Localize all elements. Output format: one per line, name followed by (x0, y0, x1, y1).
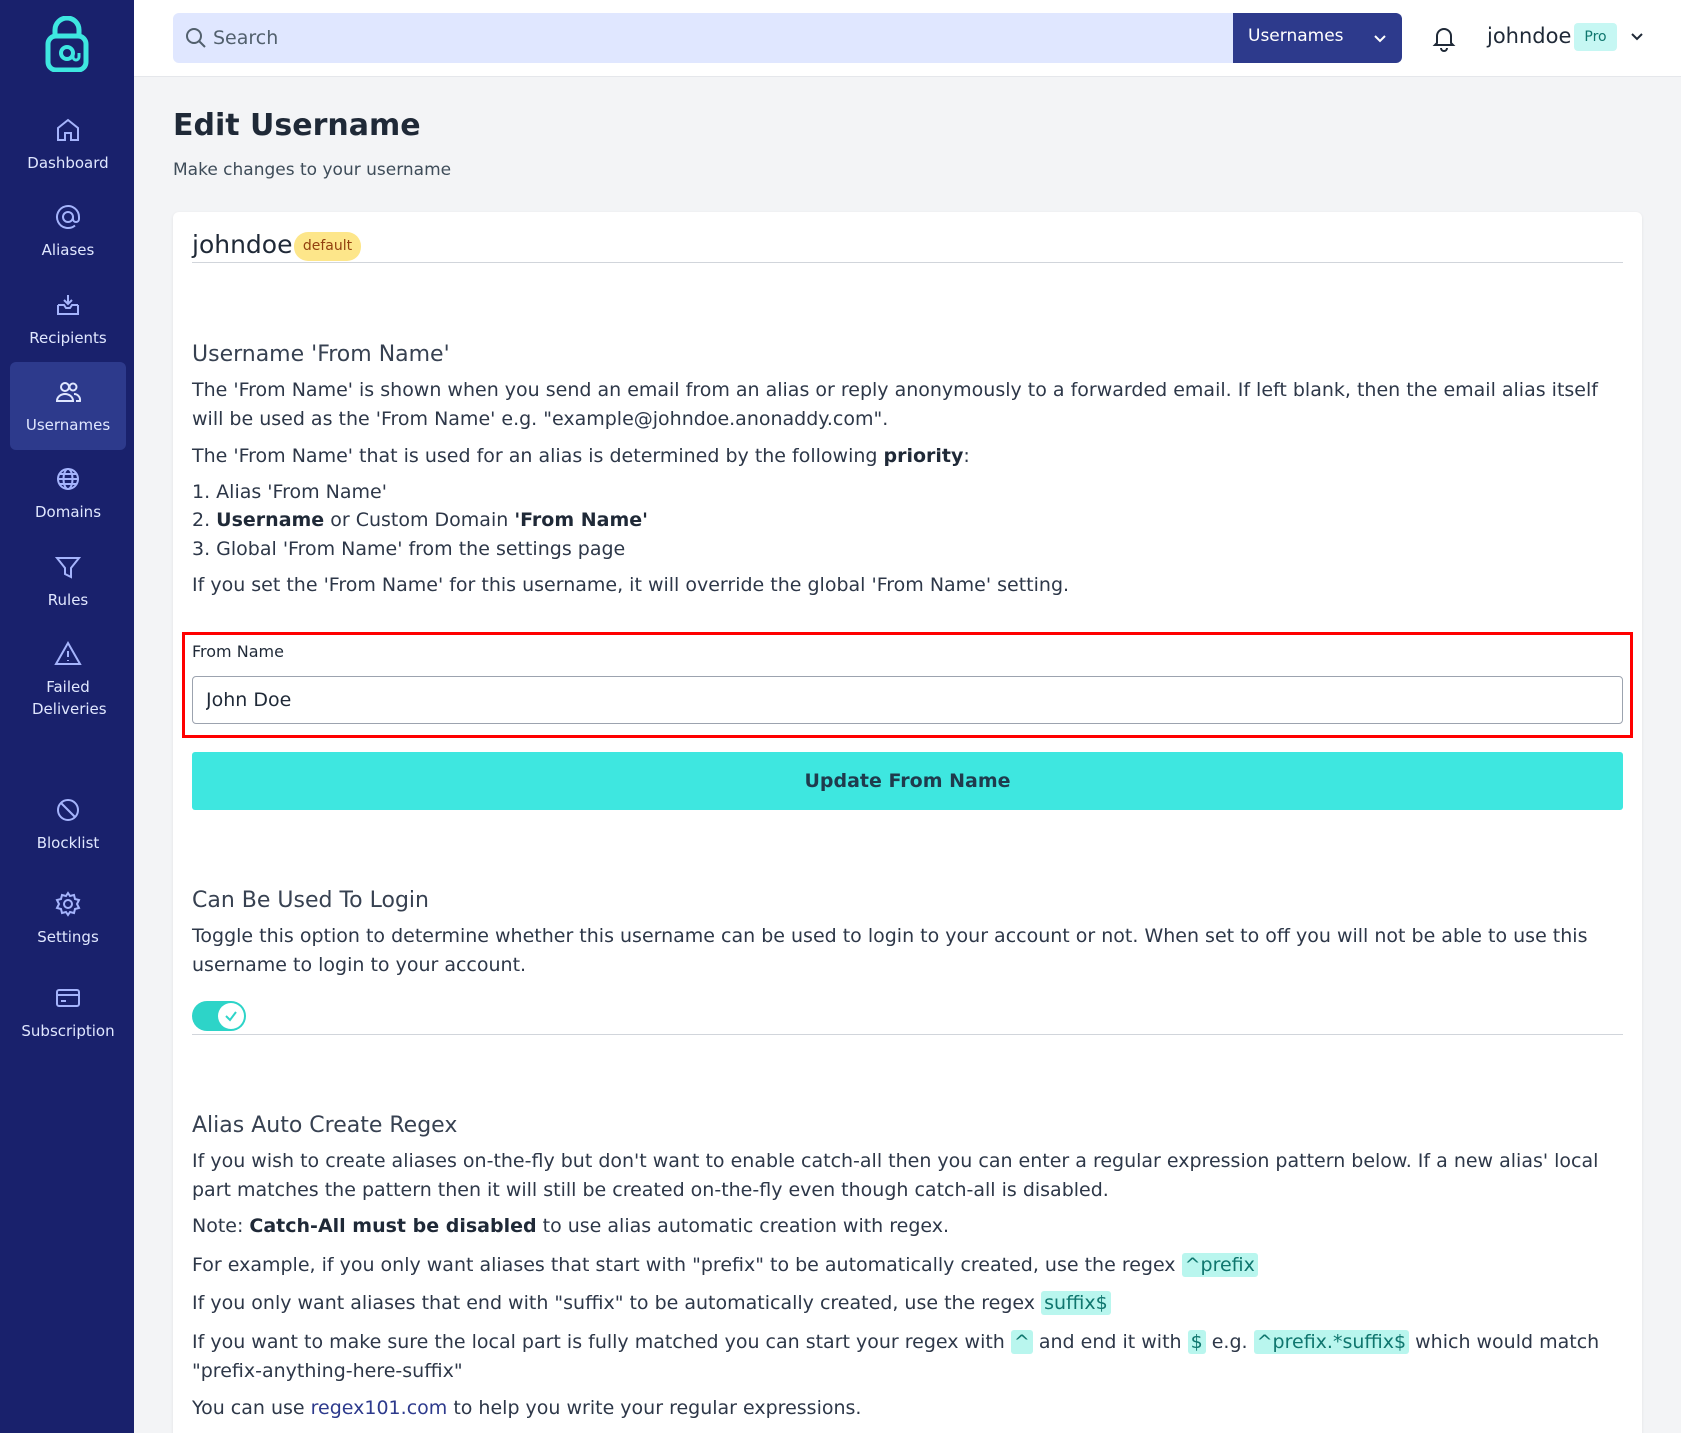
sidebar-item-dashboard[interactable]: Dashboard (10, 100, 126, 188)
inbox-icon (57, 295, 79, 315)
credit-card-icon (56, 989, 80, 1007)
username-title: johndoe (192, 230, 293, 259)
search-scope-select[interactable]: Usernames (1233, 13, 1402, 63)
sidebar: Dashboard Aliases Recipients Usernames D… (0, 0, 134, 1433)
login-description: Toggle this option to determine whether … (192, 925, 1588, 976)
divider (192, 262, 1623, 263)
sidebar-item-label: Subscription (21, 1022, 115, 1040)
sidebar-item-label: Settings (37, 928, 99, 946)
priority-intro: The 'From Name' that is used for an alia… (192, 445, 970, 467)
login-heading: Can Be Used To Login (192, 888, 429, 913)
warning-icon (54, 640, 82, 665)
check-icon (225, 1011, 237, 1022)
notification-bell-icon[interactable] (1430, 24, 1458, 52)
regex-help: You can use regex101.com to help you wri… (192, 1397, 862, 1419)
search-bar: Usernames (173, 13, 1402, 63)
user-menu-name[interactable]: johndoe (1487, 24, 1571, 48)
sidebar-item-rules[interactable]: Rules (10, 537, 126, 625)
search-icon (186, 28, 206, 48)
sidebar-item-usernames[interactable]: Usernames (10, 362, 126, 450)
priority-item-2: 2. Username or Custom Domain 'From Name' (192, 509, 648, 531)
priority-item-1: 1. Alias 'From Name' (192, 481, 387, 503)
divider (192, 1034, 1623, 1035)
regex-description: If you wish to create aliases on-the-fly… (192, 1150, 1599, 1201)
regex-example-suffix: If you only want aliases that end with "… (192, 1289, 1623, 1318)
sidebar-item-failed-deliveries[interactable]: Failed Deliveries (10, 624, 126, 734)
from-name-description: The 'From Name' is shown when you send a… (192, 379, 1598, 430)
search-scope-label: Usernames (1248, 26, 1344, 46)
sidebar-item-aliases[interactable]: Aliases (10, 187, 126, 275)
top-bar: Usernames johndoe Pro (134, 0, 1681, 77)
sidebar-item-label: Aliases (41, 241, 95, 259)
gear-icon (55, 891, 81, 917)
users-icon (55, 382, 82, 402)
default-badge: default (294, 232, 361, 261)
priority-item-3: 3. Global 'From Name' from the settings … (192, 538, 626, 560)
code-snippet: $ (1187, 1330, 1206, 1354)
sidebar-item-domains[interactable]: Domains (10, 449, 126, 537)
code-snippet: ^prefix (1181, 1253, 1258, 1277)
code-snippet: suffix$ (1041, 1291, 1111, 1315)
from-name-heading: Username 'From Name' (192, 342, 450, 367)
override-note: If you set the 'From Name' for this user… (192, 574, 1070, 596)
filter-icon (54, 557, 82, 579)
sidebar-item-recipients[interactable]: Recipients (10, 275, 126, 363)
chevron-down-icon[interactable] (1629, 28, 1645, 44)
regex-note: Note: Catch-All must be disabled to use … (192, 1215, 950, 1237)
sidebar-item-label: Dashboard (27, 154, 109, 172)
page-title: Edit Username (173, 108, 421, 143)
block-icon (57, 799, 79, 821)
regex101-link[interactable]: regex101.com (311, 1397, 448, 1419)
toggle-knob (218, 1003, 244, 1029)
sidebar-item-label: Rules (47, 591, 89, 609)
plan-badge: Pro (1574, 23, 1617, 51)
sidebar-item-label: Domains (34, 503, 102, 521)
sidebar-item-label: Blocklist (36, 834, 100, 852)
from-name-input[interactable] (192, 676, 1623, 724)
at-icon (56, 205, 80, 229)
regex-heading: Alias Auto Create Regex (192, 1113, 458, 1138)
sidebar-item-label: Failed Deliveries (32, 678, 107, 718)
home-icon (57, 118, 79, 141)
from-name-label: From Name (192, 642, 284, 661)
page-subtitle: Make changes to your username (173, 160, 452, 180)
regex-example-full: If you want to make sure the local part … (192, 1330, 1600, 1382)
globe-icon (57, 468, 79, 490)
sidebar-item-label: Usernames (25, 416, 111, 434)
sidebar-item-settings[interactable]: Settings (10, 874, 126, 962)
code-snippet: ^prefix.*suffix$ (1253, 1330, 1410, 1354)
login-toggle[interactable] (192, 1001, 246, 1031)
chevron-down-icon (1374, 35, 1386, 43)
code-snippet: ^ (1010, 1330, 1033, 1354)
username-card: johndoe default Username 'From Name' The… (173, 212, 1642, 1433)
sidebar-item-subscription[interactable]: Subscription (10, 968, 126, 1056)
sidebar-item-label: Recipients (29, 329, 107, 347)
sidebar-item-blocklist[interactable]: Blocklist (10, 780, 126, 868)
search-input[interactable] (213, 13, 1283, 63)
regex-example-prefix: For example, if you only want aliases th… (192, 1251, 1623, 1280)
update-from-name-button[interactable]: Update From Name (192, 752, 1623, 810)
anonaddy-logo-icon[interactable] (44, 16, 90, 72)
